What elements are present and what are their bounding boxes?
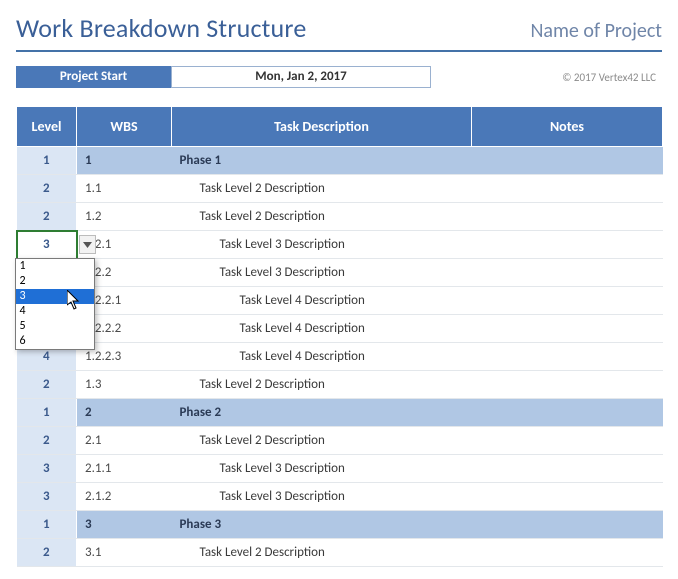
table-row: 32.1.2Task Level 3 Description	[17, 483, 663, 511]
task-cell[interactable]: Phase 1	[172, 147, 472, 175]
notes-cell[interactable]	[472, 399, 663, 427]
task-cell[interactable]: Task Level 3 Description	[172, 259, 472, 287]
table-row: 13Phase 3	[17, 511, 663, 539]
task-cell[interactable]: Task Level 3 Description	[172, 455, 472, 483]
copyright: © 2017 Vertex42 LLC	[562, 71, 662, 84]
notes-cell[interactable]	[472, 427, 663, 455]
project-start-input[interactable]: Mon, Jan 2, 2017	[171, 66, 431, 88]
notes-cell[interactable]	[472, 455, 663, 483]
notes-cell[interactable]	[472, 315, 663, 343]
table-row: 31234561.2.1Task Level 3 Description	[17, 231, 663, 259]
meta-row: Project Start Mon, Jan 2, 2017 © 2017 Ve…	[16, 66, 662, 88]
dropdown-option[interactable]: 1	[16, 259, 94, 274]
notes-cell[interactable]	[472, 371, 663, 399]
notes-cell[interactable]	[472, 343, 663, 371]
wbs-cell[interactable]: 2.1.1	[77, 455, 172, 483]
col-task: Task Description	[172, 107, 472, 147]
wbs-cell[interactable]: 2	[77, 399, 172, 427]
task-cell[interactable]: Task Level 4 Description	[172, 315, 472, 343]
notes-cell[interactable]	[472, 287, 663, 315]
project-name: Name of Project	[530, 19, 662, 43]
wbs-cell[interactable]: 1.3	[77, 371, 172, 399]
table-row: 21.1Task Level 2 Description	[17, 175, 663, 203]
wbs-cell[interactable]: 1	[77, 147, 172, 175]
task-cell[interactable]: Phase 2	[172, 399, 472, 427]
level-cell[interactable]: 2	[17, 539, 77, 567]
level-cell[interactable]: 2	[17, 371, 77, 399]
wbs-cell[interactable]: 3.1	[77, 539, 172, 567]
notes-cell[interactable]	[472, 147, 663, 175]
notes-cell[interactable]	[472, 259, 663, 287]
task-cell[interactable]: Task Level 3 Description	[172, 483, 472, 511]
dropdown-option[interactable]: 5	[16, 319, 94, 334]
level-cell[interactable]: 2	[17, 175, 77, 203]
dropdown-option[interactable]: 3	[16, 289, 94, 304]
notes-cell[interactable]	[472, 175, 663, 203]
level-cell[interactable]: 1	[17, 399, 77, 427]
col-notes: Notes	[472, 107, 663, 147]
table-row: 23.1Task Level 2 Description	[17, 539, 663, 567]
level-cell[interactable]: 3123456	[17, 231, 77, 259]
table-row: 31.2.2Task Level 3 Description	[17, 259, 663, 287]
level-cell[interactable]: 1	[17, 511, 77, 539]
dropdown-option[interactable]: 4	[16, 304, 94, 319]
table-row: 41.2.2.1Task Level 4 Description	[17, 287, 663, 315]
dropdown-option[interactable]: 2	[16, 274, 94, 289]
task-cell[interactable]: Task Level 2 Description	[172, 427, 472, 455]
level-cell[interactable]: 2	[17, 427, 77, 455]
notes-cell[interactable]	[472, 231, 663, 259]
title-row: Work Breakdown Structure Name of Project	[16, 12, 662, 52]
table-row: 41.2.2.2Task Level 4 Description	[17, 315, 663, 343]
page-title: Work Breakdown Structure	[16, 12, 306, 44]
table-row: 21.3Task Level 2 Description	[17, 371, 663, 399]
task-cell[interactable]: Task Level 2 Description	[172, 539, 472, 567]
task-cell[interactable]: Task Level 4 Description	[172, 287, 472, 315]
notes-cell[interactable]	[472, 203, 663, 231]
wbs-cell[interactable]: 1.1	[77, 175, 172, 203]
level-dropdown[interactable]: 123456	[15, 258, 95, 350]
notes-cell[interactable]	[472, 511, 663, 539]
col-wbs: WBS	[77, 107, 172, 147]
notes-cell[interactable]	[472, 483, 663, 511]
task-cell[interactable]: Task Level 2 Description	[172, 371, 472, 399]
table-row: 32.1.1Task Level 3 Description	[17, 455, 663, 483]
task-cell[interactable]: Task Level 4 Description	[172, 343, 472, 371]
col-level: Level	[17, 107, 77, 147]
task-cell[interactable]: Task Level 3 Description	[172, 231, 472, 259]
level-cell[interactable]: 3	[17, 483, 77, 511]
table-row: 41.2.2.3Task Level 4 Description	[17, 343, 663, 371]
level-cell[interactable]: 2	[17, 203, 77, 231]
dropdown-option[interactable]: 6	[16, 334, 94, 349]
table-row: 12Phase 2	[17, 399, 663, 427]
wbs-cell[interactable]: 3	[77, 511, 172, 539]
wbs-table: Level WBS Task Description Notes 11Phase…	[16, 106, 663, 567]
notes-cell[interactable]	[472, 539, 663, 567]
dropdown-handle[interactable]	[79, 235, 96, 254]
project-start-label: Project Start	[16, 66, 171, 88]
level-cell[interactable]: 1	[17, 147, 77, 175]
table-row: 11Phase 1	[17, 147, 663, 175]
task-cell[interactable]: Phase 3	[172, 511, 472, 539]
wbs-cell[interactable]: 2.1.2	[77, 483, 172, 511]
wbs-cell[interactable]: 2.1	[77, 427, 172, 455]
task-cell[interactable]: Task Level 2 Description	[172, 175, 472, 203]
task-cell[interactable]: Task Level 2 Description	[172, 203, 472, 231]
table-row: 22.1Task Level 2 Description	[17, 427, 663, 455]
table-row: 21.2Task Level 2 Description	[17, 203, 663, 231]
table-header-row: Level WBS Task Description Notes	[17, 107, 663, 147]
chevron-down-icon	[83, 242, 92, 248]
level-cell[interactable]: 3	[17, 455, 77, 483]
wbs-cell[interactable]: 1.2	[77, 203, 172, 231]
